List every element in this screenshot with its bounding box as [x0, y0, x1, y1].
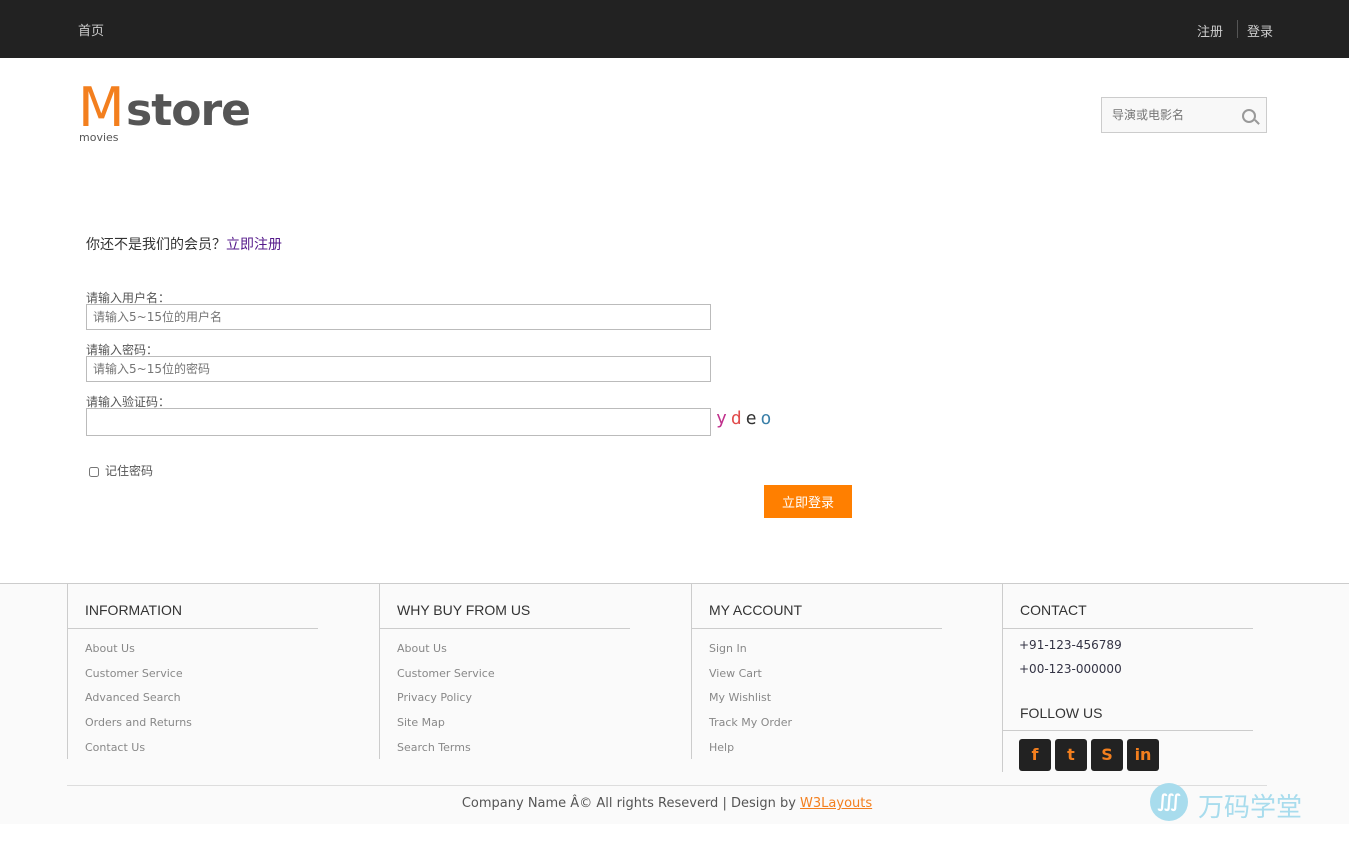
watermark-text: 万码学堂 [1198, 793, 1303, 823]
footer-link[interactable]: About Us [397, 641, 495, 666]
footer-link[interactable]: Help [709, 740, 792, 765]
register-link[interactable]: 注册 [1197, 21, 1223, 40]
register-now-link[interactable]: 立即注册 [226, 237, 282, 253]
home-link[interactable]: 首页 [78, 20, 104, 39]
footer-link[interactable]: View Cart [709, 666, 792, 691]
footer-link[interactable]: Customer Service [85, 666, 192, 691]
captcha-input[interactable] [86, 408, 711, 436]
footer-link[interactable]: Orders and Returns [85, 715, 192, 740]
watermark-logo-icon: ∭ [1150, 783, 1188, 821]
top-nav-bar: 首页 注册 登录 [0, 0, 1349, 58]
footer-heading: MY ACCOUNT [709, 602, 803, 618]
w3layouts-link[interactable]: W3Layouts [800, 796, 872, 811]
footer-divider [692, 628, 942, 629]
footer-my-account: MY ACCOUNT Sign In View Cart My Wishlist… [691, 584, 942, 759]
phone-number: +91-123-456789 [1019, 638, 1122, 652]
footer-heading: CONTACT [1020, 602, 1087, 618]
footer-link[interactable]: Search Terms [397, 740, 495, 765]
remember-checkbox[interactable] [89, 466, 99, 477]
login-link[interactable]: 登录 [1247, 21, 1273, 40]
member-prompt-text: 你还不是我们的会员？ [86, 237, 226, 253]
footer-why-buy: WHY BUY FROM US About Us Customer Servic… [379, 584, 630, 759]
phone-number: +00-123-000000 [1019, 662, 1122, 676]
footer-divider [1003, 628, 1253, 629]
footer-link[interactable]: About Us [85, 641, 192, 666]
copyright: Company Name Â© All rights Reseverd | De… [67, 785, 1267, 811]
footer-link[interactable]: Sign In [709, 641, 792, 666]
footer-link[interactable]: My Wishlist [709, 690, 792, 715]
captcha-char: e [745, 408, 761, 429]
captcha-char: y [716, 408, 731, 429]
logo-m: M [78, 76, 125, 139]
captcha-image[interactable]: ydeo [716, 408, 775, 429]
search-box [1101, 97, 1267, 133]
captcha-char: d [730, 408, 746, 429]
skype-icon[interactable]: S [1091, 739, 1123, 771]
nav-divider [1237, 20, 1238, 38]
linkedin-icon[interactable]: in [1127, 739, 1159, 771]
footer-link[interactable]: Contact Us [85, 740, 192, 765]
username-input[interactable] [86, 304, 711, 330]
social-links: f t Sin [1019, 739, 1163, 771]
login-submit-button[interactable]: 立即登录 [764, 485, 852, 518]
footer-contact: CONTACT +91-123-456789 +00-123-000000 FO… [1002, 584, 1253, 772]
remember-password[interactable]: 记住密码 [89, 462, 153, 479]
logo-store: store [126, 85, 251, 136]
member-prompt: 你还不是我们的会员？立即注册 [86, 234, 282, 254]
footer-divider [380, 628, 630, 629]
footer-link[interactable]: Customer Service [397, 666, 495, 691]
logo-movies: movies [79, 131, 119, 144]
watermark: ∭ 万码学堂 [1150, 783, 1320, 823]
footer-divider [68, 628, 318, 629]
site-logo[interactable]: M store movies [78, 78, 258, 146]
footer-divider [1003, 730, 1253, 731]
password-input[interactable] [86, 356, 711, 382]
footer-heading: INFORMATION [85, 602, 182, 618]
footer-heading: WHY BUY FROM US [397, 602, 531, 618]
search-input[interactable] [1110, 105, 1239, 125]
facebook-icon[interactable]: f [1019, 739, 1051, 771]
remember-label: 记住密码 [105, 464, 154, 478]
footer-link[interactable]: Privacy Policy [397, 690, 495, 715]
footer-information: INFORMATION About Us Customer Service Ad… [67, 584, 318, 759]
twitter-icon[interactable]: t [1055, 739, 1087, 771]
follow-us-heading: FOLLOW US [1020, 705, 1103, 721]
captcha-char: o [760, 408, 776, 429]
footer-link[interactable]: Advanced Search [85, 690, 192, 715]
footer-link[interactable]: Track My Order [709, 715, 792, 740]
search-icon[interactable] [1242, 109, 1256, 123]
footer-link[interactable]: Site Map [397, 715, 495, 740]
copyright-text: Company Name Â© All rights Reseverd | De… [461, 796, 801, 811]
